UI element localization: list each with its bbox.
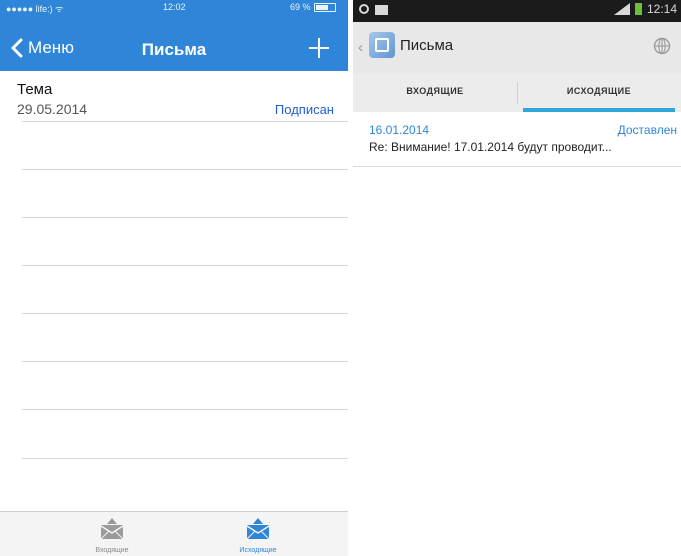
divider xyxy=(353,166,681,167)
tab-strip: ВХОДЯЩИЕ ИСХОДЯЩИЕ xyxy=(353,74,681,112)
divider xyxy=(22,169,348,170)
status-icons: 12:14 xyxy=(613,2,677,16)
android-screen: 12:14 ‹ Письма ВХОДЯЩИЕ ИСХОДЯЩИЕ 16.01.… xyxy=(353,0,681,556)
divider xyxy=(22,265,348,266)
list-item[interactable]: Тема 29.05.2014 Подписан xyxy=(0,71,348,121)
divider xyxy=(22,121,348,122)
tab-outbox[interactable]: ИСХОДЯЩИЕ xyxy=(517,74,681,112)
battery-icon xyxy=(634,3,642,15)
tab-inbox-label: Входящие xyxy=(95,547,129,554)
app-icon[interactable] xyxy=(369,32,395,58)
list-item[interactable]: 16.01.2014 Доставлен Re: Внимание! 17.01… xyxy=(353,112,681,166)
divider xyxy=(22,458,348,459)
sync-icon xyxy=(359,4,369,14)
clock: 12:02 xyxy=(163,2,186,12)
letter-subject: Тема xyxy=(17,81,53,98)
page-title: Письма xyxy=(141,40,207,59)
divider xyxy=(22,313,348,314)
battery-icon xyxy=(313,2,336,12)
ios-status-bar: ●●●●● life:) ᯤ 12:02 69 % xyxy=(0,0,348,15)
tab-outbox[interactable]: Исходящие xyxy=(198,512,318,556)
tab-bar: Входящие Исходящие xyxy=(0,511,348,556)
letter-date: 29.05.2014 xyxy=(17,101,88,117)
letter-status: Доставлен xyxy=(617,123,677,137)
carrier-label: ●●●●● life:) ᯤ xyxy=(6,4,64,14)
tab-inbox[interactable]: ВХОДЯЩИЕ xyxy=(353,74,517,112)
battery-percent: 69 % xyxy=(290,2,311,12)
letter-subject: Re: Внимание! 17.01.2014 будут проводит.… xyxy=(369,140,612,154)
ios-screen: ●●●●● life:) ᯤ 12:02 69 % Меню Письма Те… xyxy=(0,0,348,556)
signal-icon xyxy=(613,3,630,15)
divider xyxy=(22,361,348,362)
envelope-icon xyxy=(100,518,124,540)
divider xyxy=(22,217,348,218)
ios-navigation-bar: Меню Письма xyxy=(0,15,348,71)
letter-date: 16.01.2014 xyxy=(369,123,430,137)
action-bar: ‹ Письма xyxy=(353,22,681,74)
chevron-left-icon[interactable]: ‹ xyxy=(358,39,363,56)
image-icon xyxy=(375,5,388,15)
clock: 12:14 xyxy=(646,2,677,16)
globe-icon[interactable] xyxy=(653,37,671,55)
tab-outbox-label: Исходящие xyxy=(239,547,277,554)
battery-indicator: 69 % xyxy=(290,2,336,12)
tab-inbox[interactable]: Входящие xyxy=(52,512,172,556)
plus-icon[interactable] xyxy=(309,38,329,58)
android-status-bar: 12:14 xyxy=(353,0,681,22)
page-title: Письма xyxy=(400,37,454,54)
letter-status: Подписан xyxy=(274,102,334,117)
divider xyxy=(22,409,348,410)
envelope-icon xyxy=(246,518,270,540)
